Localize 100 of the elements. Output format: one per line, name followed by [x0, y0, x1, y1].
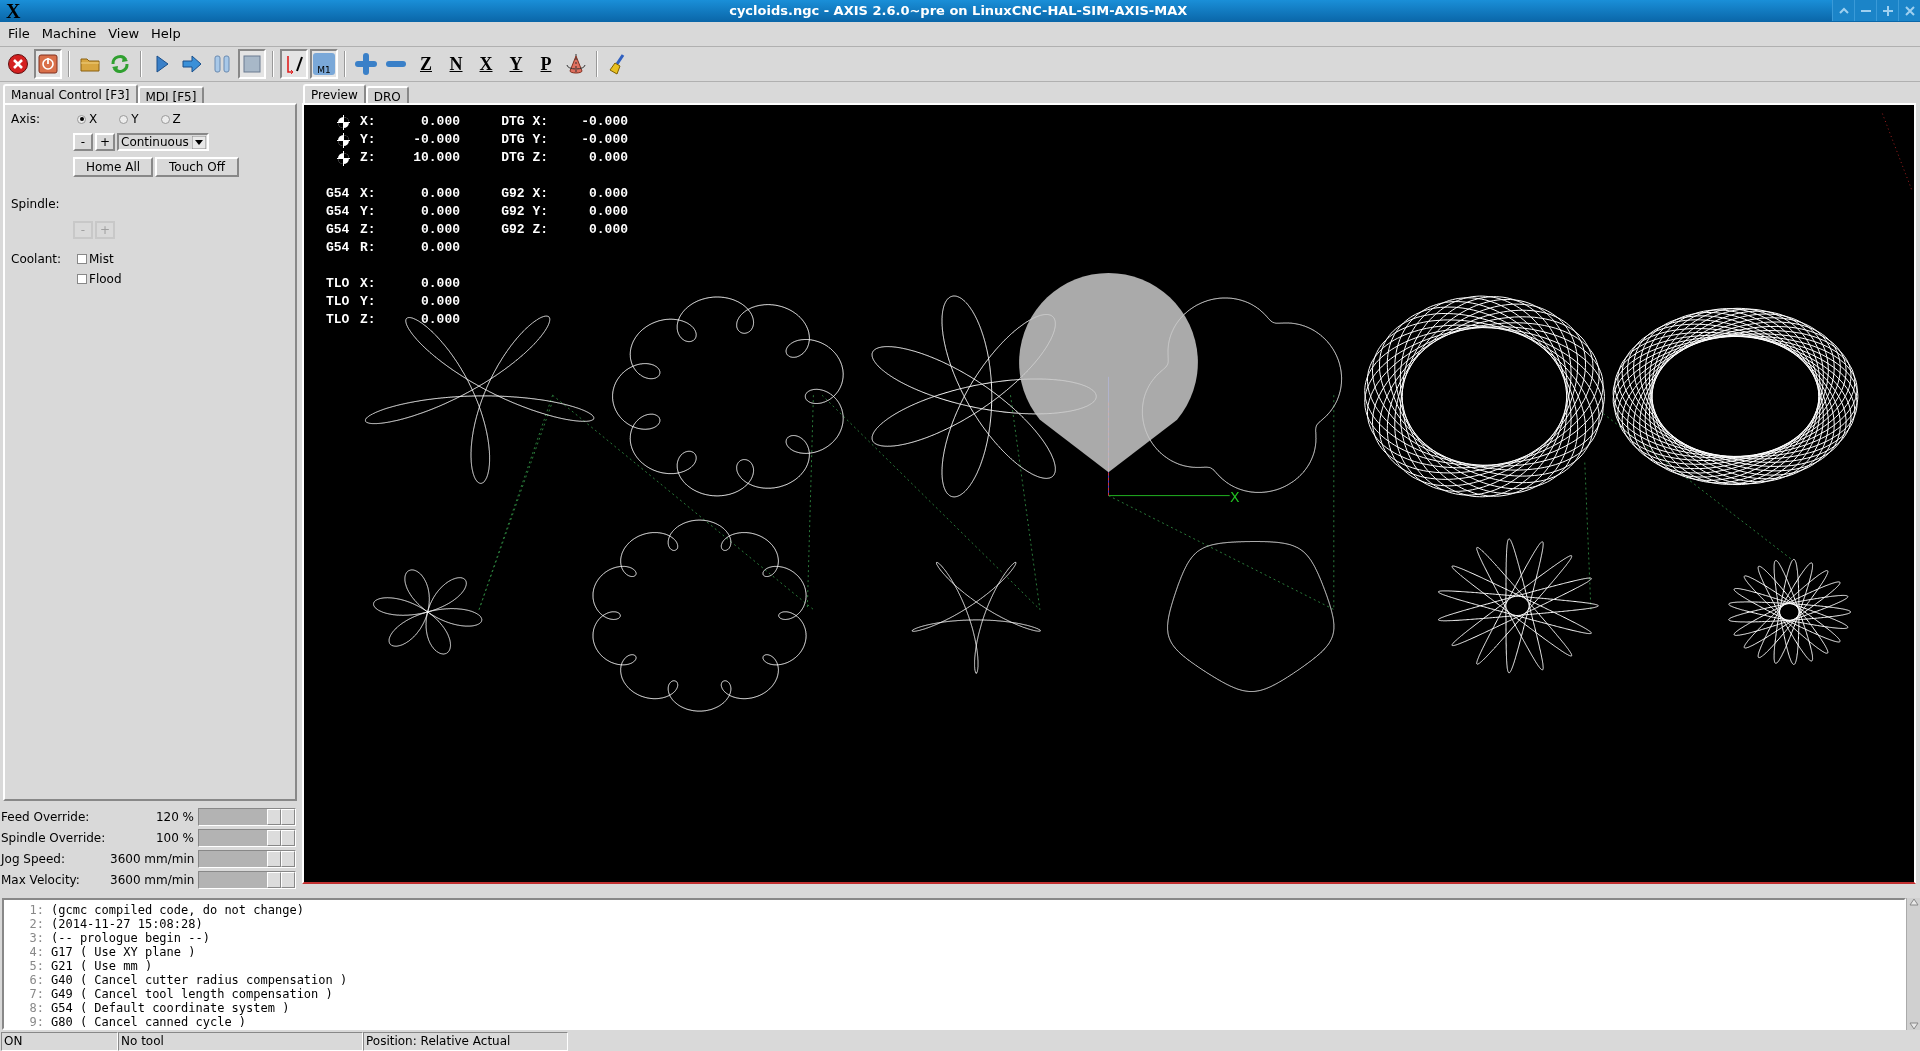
jog-plus-button[interactable]: +	[95, 133, 115, 151]
view-button[interactable]: Y	[502, 49, 530, 80]
dro-value: -0.000	[580, 131, 628, 149]
view-tab[interactable]: DRO	[365, 86, 409, 103]
arrow-down-icon[interactable]	[1908, 1022, 1919, 1030]
dro-value: 0.000	[420, 293, 460, 311]
scrollbar[interactable]	[1906, 898, 1920, 1030]
stop-button[interactable]	[238, 49, 266, 80]
maximize-button[interactable]	[1876, 0, 1898, 21]
override-label: Jog Speed:	[0, 851, 66, 868]
slider-thumb[interactable]	[267, 851, 295, 867]
line-number: 1:	[28, 903, 45, 917]
view-button[interactable]: X	[472, 49, 500, 80]
home-all-button[interactable]: Home All	[73, 157, 153, 177]
slider-thumb[interactable]	[267, 830, 295, 846]
code-line: G21 ( Use mm )	[51, 959, 153, 973]
cone-icon	[565, 53, 587, 76]
dro-label: G54	[326, 221, 351, 239]
power-icon	[37, 53, 59, 76]
override-slider[interactable]	[198, 871, 296, 889]
line-number: 8:	[28, 1001, 45, 1015]
code-line: (2014-11-27 15:08:28)	[51, 917, 203, 931]
dro-value: 0.000	[588, 221, 628, 239]
dro-value: 0.000	[420, 185, 460, 203]
panel-tab[interactable]: Manual Control [F3]	[3, 84, 138, 104]
override-value: 3600 mm/min	[110, 872, 196, 889]
jog-mode-dropdown[interactable]: Continuous	[117, 133, 209, 151]
axis-radio[interactable]: X	[77, 110, 98, 128]
dro-label: G92 X:	[500, 185, 548, 203]
line-number: 7:	[28, 987, 45, 1001]
dro-value: 0.000	[420, 113, 460, 131]
homed-icon	[336, 150, 350, 166]
preview-canvas[interactable]	[302, 103, 1916, 884]
dro-label: G54	[326, 203, 351, 221]
x-logo[interactable]: X	[2, 1, 25, 21]
dro-value: 0.000	[588, 149, 628, 167]
dro-label: DTG Y:	[500, 131, 548, 149]
view-button[interactable]: P	[532, 49, 560, 80]
pause-icon	[211, 53, 233, 76]
line-number: 4:	[28, 945, 45, 959]
view-button[interactable]: N	[442, 49, 470, 80]
dro-label: X:	[360, 113, 377, 131]
dro-value: 0.000	[420, 203, 460, 221]
touch-off-button[interactable]: Touch Off	[155, 157, 239, 177]
axis-label: Axis:	[11, 111, 41, 128]
axis-radio[interactable]: Z	[160, 110, 181, 128]
dro-label: X:	[360, 185, 377, 203]
blockdelete-button[interactable]	[280, 49, 308, 80]
coolant-checkbox[interactable]: Mist	[77, 250, 122, 268]
x-axis-label: X	[1230, 490, 1240, 504]
homed-icon	[336, 132, 350, 148]
jog-minus-button[interactable]: -	[73, 133, 93, 151]
code-line: G40 ( Cancel cutter radius compensation )	[51, 973, 348, 987]
close-button[interactable]	[1898, 0, 1920, 21]
code-line: G54 ( Default coordinate system )	[51, 1001, 290, 1015]
stop-sign-icon	[7, 53, 29, 76]
status-field: ON	[1, 1032, 118, 1051]
override-slider[interactable]	[198, 808, 296, 826]
override-slider[interactable]	[198, 850, 296, 868]
dro-label: DTG X:	[500, 113, 548, 131]
dro-value: 10.000	[412, 149, 460, 167]
override-value: 3600 mm/min	[110, 851, 196, 868]
dro-label: G54	[326, 239, 351, 257]
dro-value: -0.000	[412, 131, 460, 149]
menu-item[interactable]: Machine	[35, 24, 103, 44]
shade-button[interactable]	[1832, 0, 1854, 21]
homed-icon	[336, 114, 350, 130]
dro-label: Y:	[360, 203, 377, 221]
axis-radio[interactable]: Y	[119, 110, 139, 128]
menu-item[interactable]: File	[2, 24, 36, 44]
coolant-checkbox[interactable]: Flood	[77, 270, 122, 288]
plus-icon	[355, 53, 377, 76]
coolant-label: Coolant:	[11, 251, 63, 268]
view-tab[interactable]: Preview	[303, 84, 366, 104]
view-button[interactable]: Z	[412, 49, 440, 80]
dro-value: -0.000	[580, 113, 628, 131]
optstop-button[interactable]: M1	[310, 49, 338, 80]
power-button[interactable]	[34, 49, 62, 80]
arrow-up-icon[interactable]	[1908, 898, 1919, 906]
window-title: cycloids.ngc - AXIS 2.6.0~pre on LinuxCNC-HAL-SIM-AXIS-MAX	[729, 2, 1188, 21]
minimize-button[interactable]	[1854, 0, 1876, 21]
menu-item[interactable]: View	[102, 24, 146, 44]
override-value: 100 %	[154, 830, 195, 847]
dropdown-arrow-icon	[191, 135, 206, 149]
dro-label: Z:	[360, 221, 377, 239]
spindle-label: Spindle:	[11, 196, 61, 213]
slider-thumb[interactable]	[267, 809, 295, 825]
line-number: 5:	[28, 959, 45, 973]
override-slider[interactable]	[198, 829, 296, 847]
override-label: Feed Override:	[0, 809, 91, 826]
slider-thumb[interactable]	[267, 872, 295, 888]
close-icon	[1904, 5, 1915, 16]
dro-label: TLO	[326, 275, 351, 293]
menu-item[interactable]: Help	[145, 24, 187, 44]
dro-label: TLO	[326, 311, 351, 329]
override-label: Spindle Override:	[0, 830, 107, 847]
chevron-up-icon	[1838, 6, 1849, 15]
dro-label: TLO	[326, 293, 351, 311]
panel-tab[interactable]: MDI [F5]	[137, 86, 205, 103]
code-line: G49 ( Cancel tool length compensation )	[51, 987, 333, 1001]
